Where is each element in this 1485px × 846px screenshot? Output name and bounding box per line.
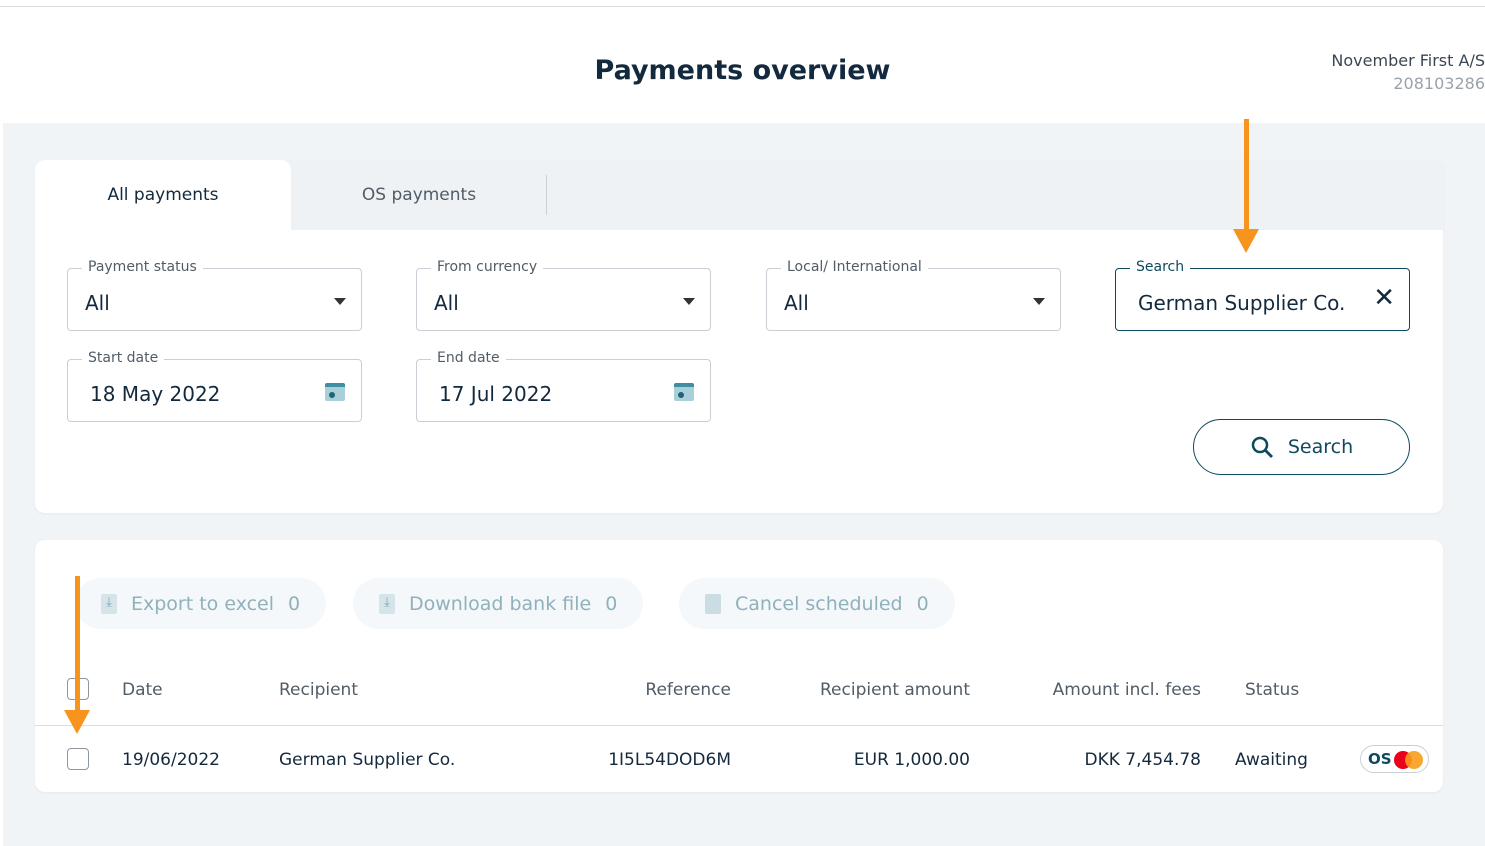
action-label: Cancel scheduled	[735, 592, 903, 615]
field-label: From currency	[431, 259, 544, 275]
header: Payments overview November First A/S 208…	[0, 7, 1485, 123]
column-header-date[interactable]: Date	[122, 680, 163, 700]
page-title: Payments overview	[594, 55, 891, 86]
chevron-down-icon	[334, 298, 346, 305]
cell-recipient: German Supplier Co.	[279, 750, 456, 770]
export-to-excel-button[interactable]: ⤓ Export to excel 0	[75, 578, 327, 629]
annotation-arrow-down-icon	[1233, 119, 1259, 253]
tab-divider	[546, 175, 547, 215]
action-count: 0	[916, 592, 929, 615]
column-header-amount-incl-fees[interactable]: Amount incl. fees	[1001, 680, 1201, 700]
search-input[interactable]: Search German Supplier Co. ✕	[1115, 259, 1410, 331]
main-content: All payments OS payments Payment status …	[3, 123, 1485, 846]
payment-status-select[interactable]: Payment status All	[67, 259, 362, 331]
os-mastercard-badge: OS	[1360, 745, 1429, 773]
payments-table-panel: ⤓ Export to excel 0 ⤓ Download bank file…	[35, 540, 1443, 792]
field-label: End date	[431, 350, 506, 366]
search-button[interactable]: Search	[1193, 419, 1410, 475]
cell-date: 19/06/2022	[122, 750, 220, 770]
field-label: Local/ International	[781, 259, 928, 275]
row-checkbox[interactable]	[67, 748, 89, 770]
cell-reference: 1I5L54DOD6M	[608, 750, 731, 770]
cell-amount-incl-fees: DKK 7,454.78	[1084, 750, 1202, 770]
cancel-scheduled-button[interactable]: Cancel scheduled 0	[679, 578, 955, 629]
field-value: All	[434, 291, 459, 315]
chevron-down-icon	[683, 298, 695, 305]
action-count: 0	[605, 592, 618, 615]
field-value: 17 Jul 2022	[439, 382, 553, 406]
field-value: 18 May 2022	[90, 382, 221, 406]
company-name: November First A/S	[1331, 51, 1485, 70]
action-label: Download bank file	[409, 592, 592, 615]
cell-status: Awaiting	[1235, 750, 1308, 770]
download-file-icon: ⤓	[379, 593, 395, 614]
account-number: 208103286	[1393, 74, 1485, 93]
badge-label: OS	[1368, 750, 1392, 768]
download-file-icon: ⤓	[101, 593, 117, 614]
local-international-select[interactable]: Local/ International All	[766, 259, 1061, 331]
filter-panel: All payments OS payments Payment status …	[35, 160, 1443, 513]
mastercard-icon-circle	[1405, 751, 1423, 769]
end-date-field[interactable]: End date 17 Jul 2022	[416, 350, 711, 422]
calendar-icon[interactable]	[325, 383, 345, 401]
action-label: Export to excel	[131, 592, 275, 615]
field-label: Search	[1130, 259, 1191, 275]
search-value[interactable]: German Supplier Co.	[1138, 291, 1345, 315]
column-header-recipient[interactable]: Recipient	[279, 680, 358, 700]
column-header-reference[interactable]: Reference	[591, 680, 731, 700]
download-bank-file-button[interactable]: ⤓ Download bank file 0	[353, 578, 644, 629]
tab-os-payments[interactable]: OS payments	[291, 160, 547, 230]
cell-recipient-amount: EUR 1,000.00	[853, 750, 970, 770]
field-value: All	[85, 291, 110, 315]
column-header-recipient-amount[interactable]: Recipient amount	[770, 680, 970, 700]
trash-icon	[705, 593, 721, 614]
header-divider	[35, 725, 1443, 726]
from-currency-select[interactable]: From currency All	[416, 259, 711, 331]
clear-search-icon[interactable]: ✕	[1373, 283, 1395, 313]
search-button-label: Search	[1287, 436, 1354, 458]
field-value: All	[784, 291, 809, 315]
field-label: Payment status	[82, 259, 203, 275]
annotation-arrow-down-icon	[64, 576, 90, 734]
chevron-down-icon	[1033, 298, 1045, 305]
start-date-field[interactable]: Start date 18 May 2022	[67, 350, 362, 422]
column-header-status[interactable]: Status	[1245, 680, 1299, 700]
company-info: November First A/S 208103286	[1331, 51, 1485, 93]
calendar-icon[interactable]	[674, 383, 694, 401]
filter-form: Payment status All From currency All Loc…	[35, 230, 1443, 513]
search-icon	[1251, 436, 1273, 458]
action-count: 0	[288, 592, 301, 615]
field-label: Start date	[82, 350, 165, 366]
tab-all-payments[interactable]: All payments	[35, 160, 291, 230]
